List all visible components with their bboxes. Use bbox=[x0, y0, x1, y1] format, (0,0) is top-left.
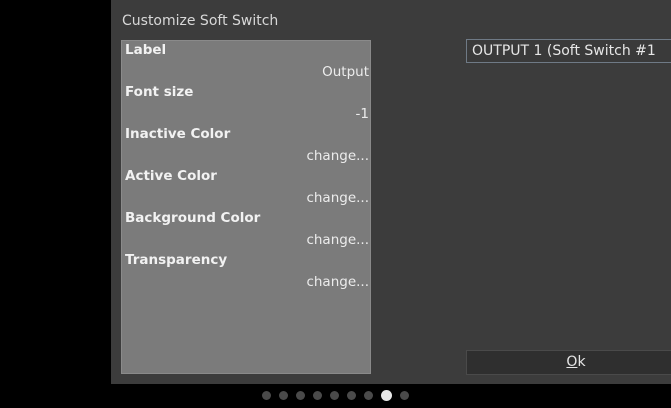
property-label: Active Color bbox=[125, 168, 217, 184]
property-row-transparency[interactable]: Transparency change... bbox=[122, 251, 370, 293]
property-row-background-color[interactable]: Background Color change... bbox=[122, 209, 370, 251]
property-label: Inactive Color bbox=[125, 126, 231, 142]
change-link[interactable]: change... bbox=[306, 148, 369, 164]
ok-label-rest: k bbox=[577, 354, 586, 370]
page-dot[interactable] bbox=[330, 391, 339, 400]
change-link[interactable]: change... bbox=[306, 274, 369, 290]
property-label: Font size bbox=[125, 84, 194, 100]
page-dot[interactable] bbox=[313, 391, 322, 400]
change-link[interactable]: change... bbox=[306, 232, 369, 248]
property-label: Transparency bbox=[125, 252, 228, 268]
page-dot[interactable] bbox=[400, 391, 409, 400]
customize-dialog: Customize Soft Switch Label Output Font … bbox=[111, 0, 671, 384]
property-label: Label bbox=[125, 42, 167, 58]
property-row-inactive-color[interactable]: Inactive Color change... bbox=[122, 125, 370, 167]
page-dot[interactable] bbox=[262, 391, 271, 400]
ok-button[interactable]: Ok bbox=[466, 350, 671, 375]
dialog-title: Customize Soft Switch bbox=[122, 13, 279, 29]
property-row-label[interactable]: Label Output bbox=[122, 41, 370, 83]
properties-list: Label Output Font size -1 Inactive Color… bbox=[121, 40, 371, 374]
switch-preview[interactable]: OUTPUT 1 (Soft Switch #1 bbox=[466, 39, 671, 63]
change-link[interactable]: change... bbox=[306, 190, 369, 206]
page-dot[interactable] bbox=[296, 391, 305, 400]
property-row-font-size[interactable]: Font size -1 bbox=[122, 83, 370, 125]
property-value[interactable]: Output bbox=[322, 64, 369, 80]
ok-accelerator: O bbox=[566, 354, 578, 370]
property-label: Background Color bbox=[125, 210, 261, 226]
property-row-active-color[interactable]: Active Color change... bbox=[122, 167, 370, 209]
page-dot[interactable] bbox=[347, 391, 356, 400]
property-value[interactable]: -1 bbox=[356, 106, 369, 122]
page-dot[interactable] bbox=[364, 391, 373, 400]
page-indicator bbox=[0, 390, 671, 406]
page-dot[interactable] bbox=[381, 390, 392, 401]
page-dot[interactable] bbox=[279, 391, 288, 400]
